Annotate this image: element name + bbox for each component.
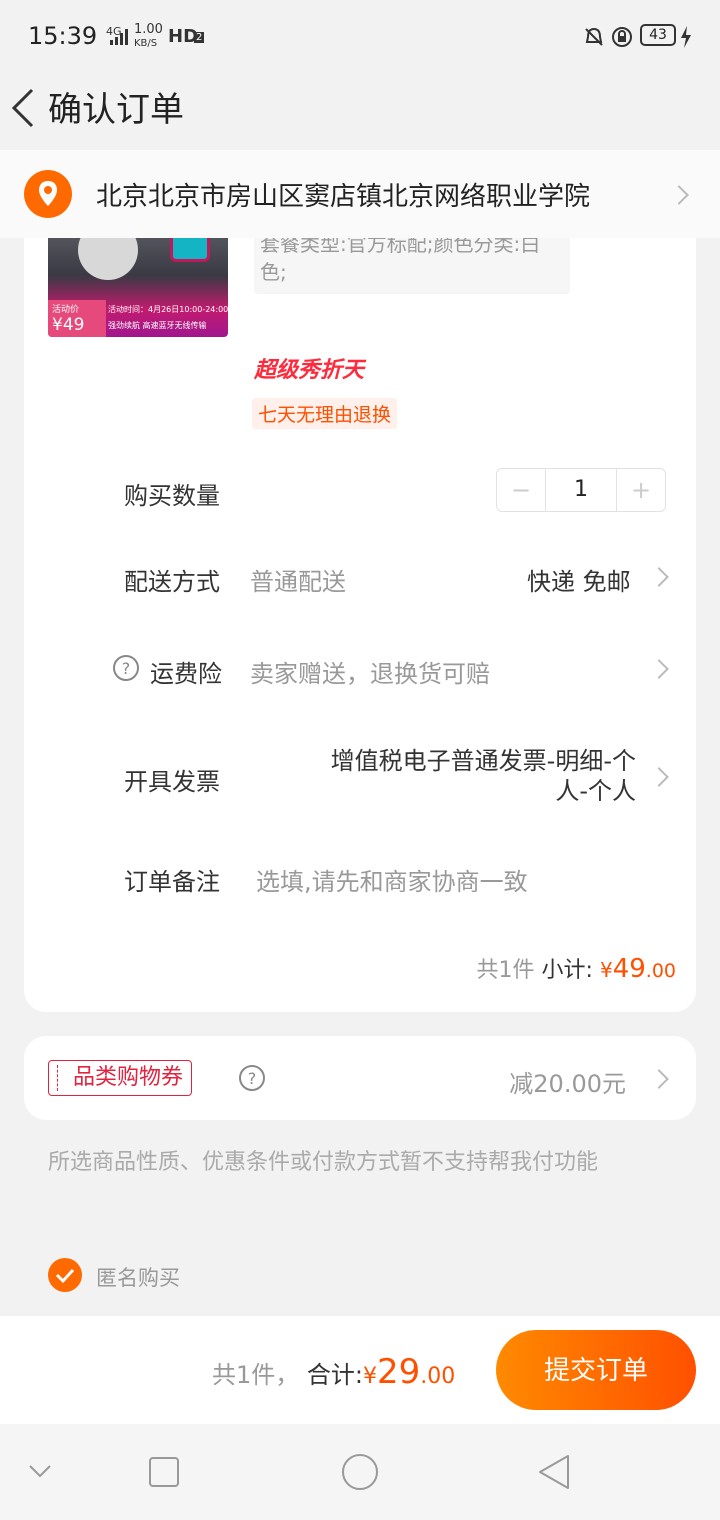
svg-text:?: ?: [248, 1069, 257, 1088]
subtotal-amount: 49: [612, 954, 646, 984]
insurance-chevron-icon[interactable]: [649, 659, 669, 679]
total-currency: ¥: [363, 1364, 378, 1389]
activity-time: 活动时间：4月26日10:00-24:00: [108, 305, 228, 314]
activity-price-badge: 活动价 ¥49: [48, 300, 106, 337]
return-policy-tag: 七天无理由退换: [252, 398, 398, 429]
anonymous-label: 匿名购买: [96, 1266, 180, 1290]
product-features: 强劲续航 高速蓝牙无线传输: [108, 321, 207, 330]
increase-button[interactable]: +: [617, 469, 665, 511]
subtotal: 共1件 小计: ¥49.00: [477, 952, 676, 984]
speed-unit: KB/S: [134, 38, 158, 49]
invoice-value[interactable]: 增值税电子普通发票-明细-个 人-个人: [331, 746, 636, 806]
status-bar: 15:39 4G 1.00 KB/S HD 2 43: [0, 0, 720, 76]
signal-icon: [110, 29, 128, 45]
address-bar[interactable]: 北京北京市房山区窦店镇北京网络职业学院: [0, 150, 720, 238]
subtotal-currency: ¥: [599, 958, 613, 982]
nav-bar: 确认订单: [0, 76, 720, 150]
delivery-label: 配送方式: [124, 568, 220, 596]
rotation-lock-icon: [612, 27, 632, 47]
subtotal-label: 小计:: [541, 958, 593, 983]
address-text: 北京北京市房山区窦店镇北京网络职业学院: [96, 182, 591, 212]
charging-icon: [681, 26, 691, 48]
delivery-option[interactable]: 快递 免邮: [527, 562, 631, 597]
insurance-value: 卖家赠送，退换货可赔: [250, 660, 490, 688]
recent-apps-icon[interactable]: [104, 1424, 224, 1520]
quantity-stepper: − 1 +: [496, 468, 666, 512]
quantity-label: 购买数量: [124, 482, 220, 510]
invoice-label: 开具发票: [124, 768, 220, 796]
total-label: 合计:: [306, 1361, 364, 1389]
help-icon[interactable]: ?: [112, 654, 140, 682]
check-icon: [55, 1268, 75, 1284]
activity-price-value: ¥49: [52, 315, 85, 335]
total-amount: 29: [377, 1352, 421, 1392]
total-count: 共1件，: [212, 1361, 300, 1389]
order-card: 活动价 ¥49 活动时间：4月26日10:00-24:00 强劲续航 高速蓝牙无…: [24, 200, 696, 1012]
coupon-help-icon[interactable]: ?: [238, 1064, 266, 1092]
mute-bell-icon: [585, 27, 603, 46]
remark-label: 订单备注: [124, 868, 220, 896]
back-nav-icon[interactable]: [496, 1424, 616, 1520]
coupon-card[interactable]: 品类购物券 ? 减20.00元: [24, 1036, 696, 1120]
system-nav: [0, 1424, 720, 1520]
invoice-chevron-icon[interactable]: [649, 767, 669, 787]
anonymous-checkbox[interactable]: [48, 1258, 82, 1292]
submit-order-button[interactable]: 提交订单: [496, 1330, 696, 1410]
svg-text:?: ?: [122, 659, 131, 678]
pay-notice: 所选商品性质、优惠条件或付款方式暂不支持帮我付功能: [48, 1150, 599, 1175]
back-icon[interactable]: [8, 86, 38, 130]
speed-value: 1.00: [134, 22, 163, 37]
status-time: 15:39: [28, 22, 98, 50]
location-pin-icon: [24, 170, 72, 218]
remark-input[interactable]: 选填,请先和商家协商一致: [256, 862, 528, 897]
collapse-icon[interactable]: [0, 1424, 120, 1520]
invoice-value-line1: 增值税电子普通发票-明细-个: [330, 747, 636, 775]
decrease-button[interactable]: −: [497, 469, 545, 511]
subtotal-count: 共1件: [476, 958, 535, 983]
insurance-label: 运费险: [150, 660, 222, 688]
battery-icon: 43: [640, 24, 676, 46]
promo-label: 超级秀折天: [254, 358, 365, 383]
delivery-chevron-icon[interactable]: [649, 567, 669, 587]
address-chevron-icon[interactable]: [669, 185, 689, 205]
activity-price-label: 活动价: [52, 305, 80, 315]
bottom-bar: 共1件， 合计:¥29.00 提交订单: [0, 1316, 720, 1424]
delivery-value: 普通配送: [250, 568, 346, 596]
invoice-value-line2: 人-个人: [555, 777, 636, 805]
page-title: 确认订单: [48, 90, 184, 130]
total-summary: 共1件， 合计:¥29.00: [212, 1352, 455, 1392]
coupon-value: 减20.00元: [509, 1070, 626, 1098]
quantity-value[interactable]: 1: [545, 469, 617, 511]
home-icon[interactable]: [300, 1424, 420, 1520]
hd-sub: 2: [194, 32, 205, 43]
coupon-chevron-icon[interactable]: [649, 1069, 669, 1089]
subtotal-decimal: .00: [645, 960, 676, 982]
total-decimal: .00: [420, 1364, 456, 1389]
coupon-tag: 品类购物券: [48, 1060, 193, 1096]
